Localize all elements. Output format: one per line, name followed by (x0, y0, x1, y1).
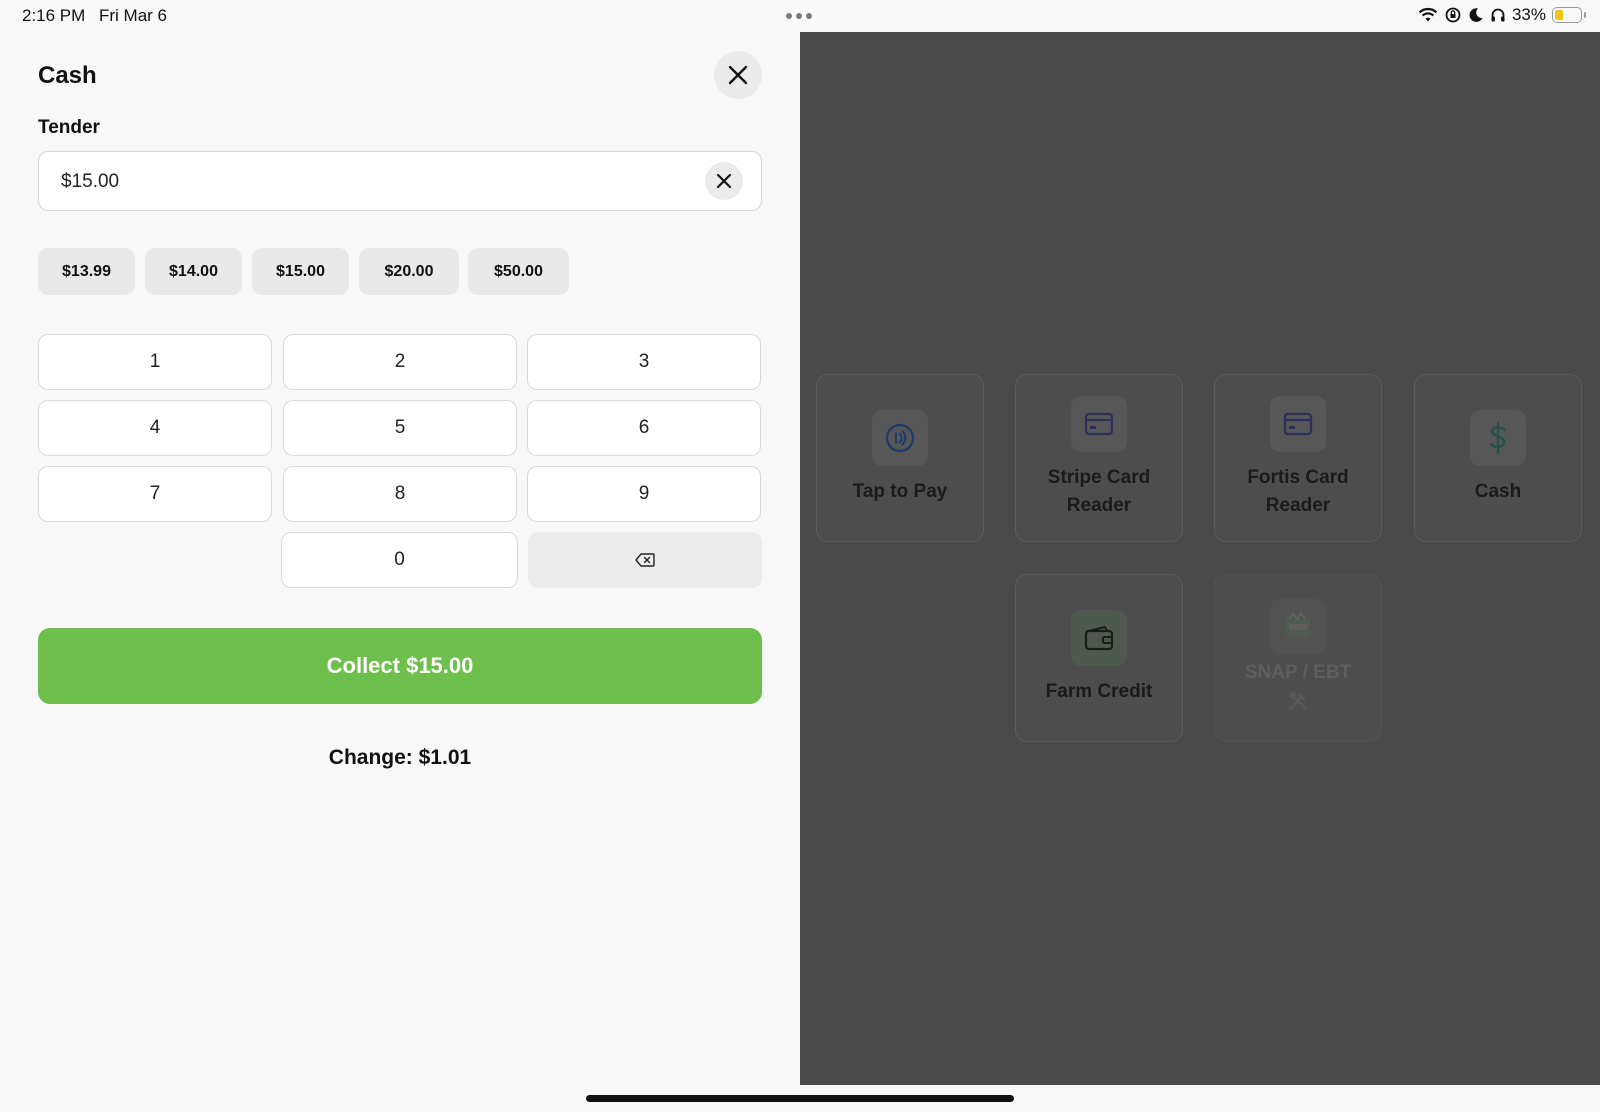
payment-method-snap-ebt[interactable]: SNAP / EBT (1214, 574, 1382, 742)
status-date: Fri Mar 6 (99, 6, 167, 25)
backspace-button[interactable] (528, 532, 762, 588)
battery-percent: 33% (1511, 5, 1546, 24)
quick-amount-button[interactable]: $20.00 (359, 248, 459, 295)
tender-label: Tender (38, 117, 100, 138)
tender-input[interactable] (59, 152, 663, 211)
status-indicators: 33% (1418, 5, 1586, 25)
battery-icon (1552, 7, 1586, 23)
quick-amount-button[interactable]: $50.00 (468, 248, 569, 295)
keypad-key-5[interactable]: 5 (283, 400, 517, 456)
card-icon (1270, 396, 1326, 452)
status-bar: 2:16 PM Fri Mar 6 33% (0, 0, 1600, 32)
keypad-key-9[interactable]: 9 (527, 466, 761, 522)
tender-field[interactable] (38, 151, 762, 211)
payment-method-label: Cash (1474, 481, 1522, 502)
close-icon (728, 65, 748, 85)
payment-method-cash[interactable]: Cash (1414, 374, 1582, 542)
payment-method-label: Tap to Pay (852, 481, 948, 502)
headphones-icon (1490, 7, 1506, 23)
payment-method-stripe-card-reader[interactable]: Stripe Card Reader (1015, 374, 1183, 542)
cash-panel: Cash Tender $13.99 $14.00 $15.00 $20.00 … (0, 32, 800, 1112)
quick-amount-button[interactable]: $13.99 (38, 248, 135, 295)
quick-amount-button[interactable]: $15.00 (252, 248, 349, 295)
tools-icon (1286, 689, 1310, 718)
close-button[interactable] (714, 51, 762, 99)
payment-methods-overlay: Tap to Pay Stripe Card Reader Fortis Car… (800, 32, 1600, 1085)
status-time: 2:16 PM (22, 6, 86, 25)
clear-icon (716, 173, 732, 189)
keypad-key-6[interactable]: 6 (527, 400, 761, 456)
keypad-key-4[interactable]: 4 (38, 400, 272, 456)
quick-amount-button[interactable]: $14.00 (145, 248, 242, 295)
keypad-key-1[interactable]: 1 (38, 334, 272, 390)
contactless-icon (872, 410, 928, 466)
collect-button[interactable]: Collect $15.00 (38, 628, 762, 704)
orientation-lock-icon (1444, 6, 1462, 24)
snap-logo-icon (1270, 598, 1326, 655)
payment-method-tap-to-pay[interactable]: Tap to Pay (816, 374, 984, 542)
wifi-icon (1418, 7, 1438, 23)
keypad-key-7[interactable]: 7 (38, 466, 272, 522)
card-icon (1071, 396, 1127, 452)
change-text: Change: $1.01 (328, 746, 472, 769)
backspace-icon (635, 553, 655, 567)
clear-tender-button[interactable] (705, 162, 743, 200)
home-indicator[interactable] (586, 1095, 1014, 1102)
panel-title: Cash (38, 62, 97, 89)
dollar-icon (1470, 410, 1526, 466)
keypad-key-3[interactable]: 3 (527, 334, 761, 390)
payment-method-label: Farm Credit (1045, 681, 1153, 702)
multitasking-dots-icon[interactable] (786, 13, 812, 19)
payment-method-fortis-card-reader[interactable]: Fortis Card Reader (1214, 374, 1382, 542)
wallet-icon (1071, 610, 1127, 666)
keypad-key-2[interactable]: 2 (283, 334, 517, 390)
payment-method-label: Stripe Card Reader (1047, 467, 1151, 516)
payment-method-label: Fortis Card Reader (1247, 467, 1349, 516)
keypad-key-0[interactable]: 0 (281, 532, 518, 588)
keypad-key-8[interactable]: 8 (283, 466, 517, 522)
payment-method-label: SNAP / EBT (1244, 661, 1352, 683)
payment-method-farm-credit[interactable]: Farm Credit (1015, 574, 1183, 742)
moon-icon (1468, 7, 1484, 23)
